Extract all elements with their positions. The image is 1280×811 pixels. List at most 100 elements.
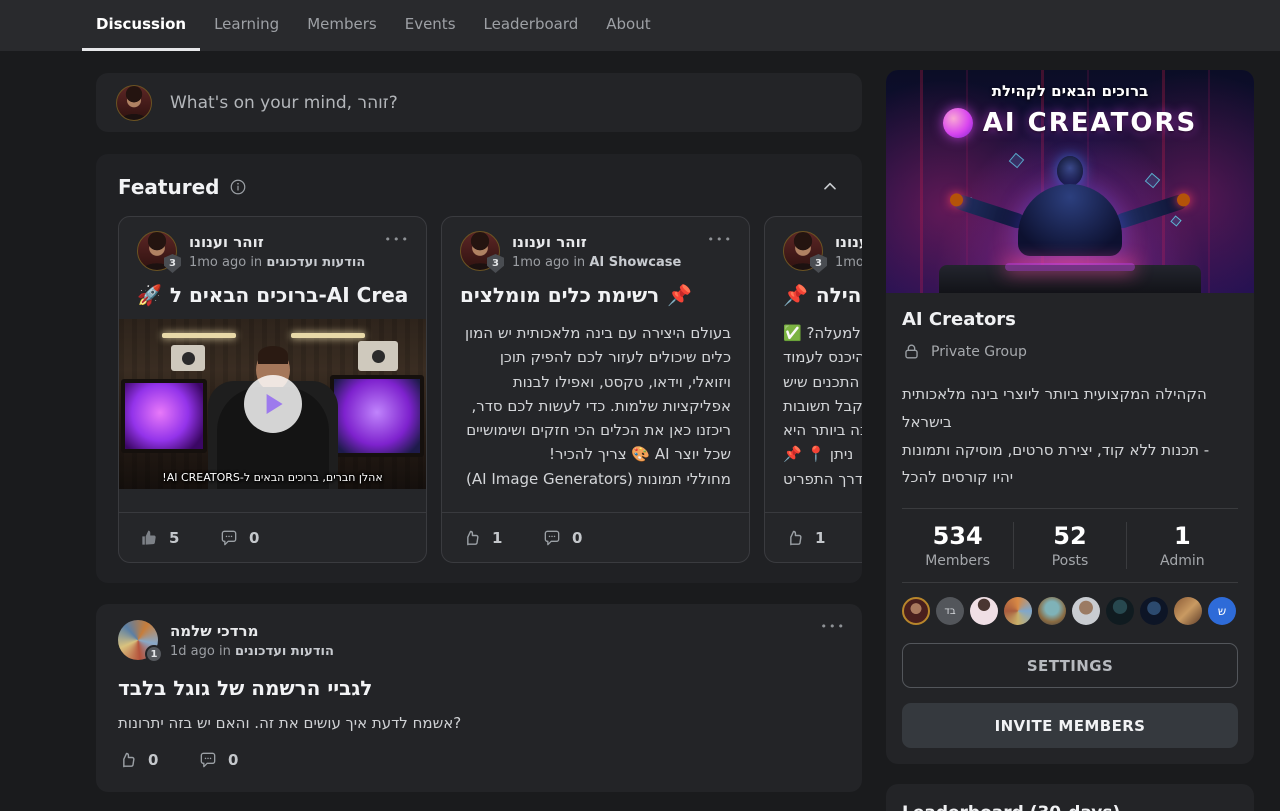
category-link[interactable]: הודעות ועדכונים bbox=[266, 255, 365, 270]
member-avatar[interactable] bbox=[1140, 597, 1168, 625]
feed-post[interactable]: 1 מרדכי שלמה 1d ago in הודעות ועדכונים •… bbox=[96, 604, 862, 792]
play-icon[interactable] bbox=[244, 375, 302, 433]
lock-icon bbox=[902, 342, 921, 361]
like-count: 0 bbox=[148, 751, 160, 769]
like-count: 5 bbox=[169, 529, 181, 547]
author-name[interactable]: זוהר וענונו bbox=[189, 231, 365, 254]
post-title[interactable]: 🚀 ברוכים הבאים ל-AI Creat... bbox=[137, 283, 408, 307]
post-menu-icon[interactable]: ••• bbox=[821, 620, 846, 633]
author-avatar[interactable]: 3 bbox=[460, 231, 500, 271]
author-name[interactable]: מרדכי שלמה bbox=[170, 620, 334, 643]
author-avatar[interactable]: 3 bbox=[137, 231, 177, 271]
post-body: אשמח לדעת איך עושים את זה. והאם יש בזה י… bbox=[118, 714, 840, 732]
author-avatar[interactable]: 3 bbox=[783, 231, 823, 271]
right-monitor bbox=[330, 375, 424, 457]
comment-count: 0 bbox=[572, 529, 584, 547]
tab-leaderboard[interactable]: Leaderboard bbox=[470, 0, 593, 51]
like-icon[interactable] bbox=[785, 528, 805, 548]
speaker bbox=[171, 345, 205, 371]
studio-light bbox=[162, 333, 236, 338]
like-icon[interactable] bbox=[139, 528, 159, 548]
video-thumbnail[interactable]: אהלן חברים, ברוכים הבאים ל-AI CREATORS! bbox=[119, 319, 426, 489]
group-name: AI Creators bbox=[902, 309, 1238, 330]
post-body: בעולם היצירה עם בינה מלאכותית יש המון כל… bbox=[442, 307, 749, 491]
post-menu-icon[interactable]: ••• bbox=[385, 233, 410, 246]
featured-title: Featured bbox=[118, 175, 219, 199]
rocket-icon: 🚀 bbox=[137, 283, 162, 307]
leaderboard-card: Leaderboard (30-days) bbox=[886, 784, 1254, 811]
pushpin-icon: 📌 bbox=[667, 283, 692, 307]
post-menu-icon[interactable]: ••• bbox=[708, 233, 733, 246]
settings-button[interactable]: SETTINGS bbox=[902, 643, 1238, 688]
like-icon[interactable] bbox=[118, 750, 138, 770]
pushpin-icon: 📌 bbox=[783, 283, 808, 307]
post-composer[interactable]: What's on your mind, זוהר? bbox=[96, 73, 862, 132]
author-avatar[interactable]: 1 bbox=[118, 620, 158, 660]
author-name[interactable]: זוהר וענונו bbox=[835, 231, 862, 254]
featured-card-tools[interactable]: 3 זוהר וענונו 1mo ago in AI Showcase •••… bbox=[441, 216, 750, 563]
category-link[interactable]: AI Showcase bbox=[589, 255, 681, 270]
tab-about[interactable]: About bbox=[592, 0, 664, 51]
stat-posts: 52 Posts bbox=[1013, 522, 1125, 569]
level-badge: 3 bbox=[810, 254, 827, 273]
post-meta: 1d ago in הודעות ועדכונים bbox=[170, 644, 334, 659]
tab-learning[interactable]: Learning bbox=[200, 0, 293, 51]
member-avatars-row[interactable]: בד ש bbox=[902, 583, 1238, 641]
category-link[interactable]: הודעות ועדכונים bbox=[235, 644, 334, 659]
member-avatar[interactable] bbox=[970, 597, 998, 625]
comment-count: 0 bbox=[249, 529, 261, 547]
member-avatar[interactable] bbox=[1004, 597, 1032, 625]
banner-welcome-text: ברוכים הבאים לקהילת bbox=[886, 82, 1254, 100]
post-title[interactable]: 📌 קהילה bbox=[783, 283, 862, 307]
group-cover-image: ברוכים הבאים לקהילת AI CREATORS bbox=[886, 70, 1254, 293]
banner-brand-text: AI CREATORS bbox=[983, 108, 1197, 138]
comment-icon[interactable] bbox=[542, 528, 562, 548]
member-avatar[interactable]: בד bbox=[936, 597, 964, 625]
level-badge: 1 bbox=[145, 645, 163, 663]
stat-admins: 1 Admin bbox=[1126, 522, 1238, 569]
tab-discussion[interactable]: Discussion bbox=[82, 0, 200, 51]
comment-count: 0 bbox=[228, 751, 240, 769]
leaderboard-title: Leaderboard (30-days) bbox=[902, 803, 1238, 811]
collapse-chevron-up-icon[interactable] bbox=[820, 177, 840, 197]
tab-events[interactable]: Events bbox=[391, 0, 470, 51]
studio-light bbox=[291, 333, 365, 338]
like-icon[interactable] bbox=[462, 528, 482, 548]
post-body: למעלה? ✅ היכנס לעמוד התכנים שיש לקבל תשו… bbox=[765, 307, 862, 491]
current-user-avatar[interactable] bbox=[116, 85, 152, 121]
featured-section: Featured 3 זוהר וענונו 1mo ago in הודעות… bbox=[96, 154, 862, 583]
member-avatar[interactable] bbox=[1072, 597, 1100, 625]
member-avatar[interactable]: ש bbox=[1208, 597, 1236, 625]
member-avatar[interactable] bbox=[1106, 597, 1134, 625]
composer-placeholder[interactable]: What's on your mind, זוהר? bbox=[170, 93, 398, 113]
post-meta: 1mo ago in הודעות ועדכונים bbox=[189, 255, 365, 270]
invite-members-button[interactable]: INVITE MEMBERS bbox=[902, 703, 1238, 748]
video-caption: אהלן חברים, ברוכים הבאים ל-AI CREATORS! bbox=[119, 471, 426, 484]
member-avatar[interactable] bbox=[902, 597, 930, 625]
post-title[interactable]: לגביי הרשמה של גוגל בלבד bbox=[118, 676, 840, 700]
comment-icon[interactable] bbox=[198, 750, 218, 770]
post-meta: 1mo ago in bbox=[835, 255, 862, 270]
level-badge: 3 bbox=[487, 254, 504, 273]
member-avatar[interactable] bbox=[1038, 597, 1066, 625]
top-navigation: Discussion Learning Members Events Leade… bbox=[0, 0, 1280, 51]
featured-card-welcome[interactable]: 3 זוהר וענונו 1mo ago in הודעות ועדכונים… bbox=[118, 216, 427, 563]
post-meta: 1mo ago in AI Showcase bbox=[512, 255, 681, 270]
group-description: הקהילה המקצועית ביותר ליוצרי בינה מלאכות… bbox=[902, 381, 1238, 492]
tab-members[interactable]: Members bbox=[293, 0, 391, 51]
info-icon[interactable] bbox=[229, 178, 247, 196]
left-monitor bbox=[121, 379, 207, 453]
group-info-card: ברוכים הבאים לקהילת AI CREATORS AI Creat… bbox=[886, 70, 1254, 764]
like-count: 1 bbox=[492, 529, 504, 547]
group-sidebar: ברוכים הבאים לקהילת AI CREATORS AI Creat… bbox=[886, 70, 1254, 811]
stat-members: 534 Members bbox=[902, 522, 1013, 569]
group-privacy: Private Group bbox=[931, 344, 1027, 360]
post-title[interactable]: רשימת כלים מומלצים 📌 bbox=[460, 283, 731, 307]
comment-icon[interactable] bbox=[219, 528, 239, 548]
author-name[interactable]: זוהר וענונו bbox=[512, 231, 681, 254]
featured-cards-row[interactable]: 3 זוהר וענונו 1mo ago in הודעות ועדכונים… bbox=[118, 216, 862, 563]
speaker bbox=[358, 341, 398, 371]
featured-card-community[interactable]: 3 זוהר וענונו 1mo ago in 📌 קהילה למעלה? … bbox=[764, 216, 862, 563]
brain-icon bbox=[943, 108, 973, 138]
member-avatar[interactable] bbox=[1174, 597, 1202, 625]
